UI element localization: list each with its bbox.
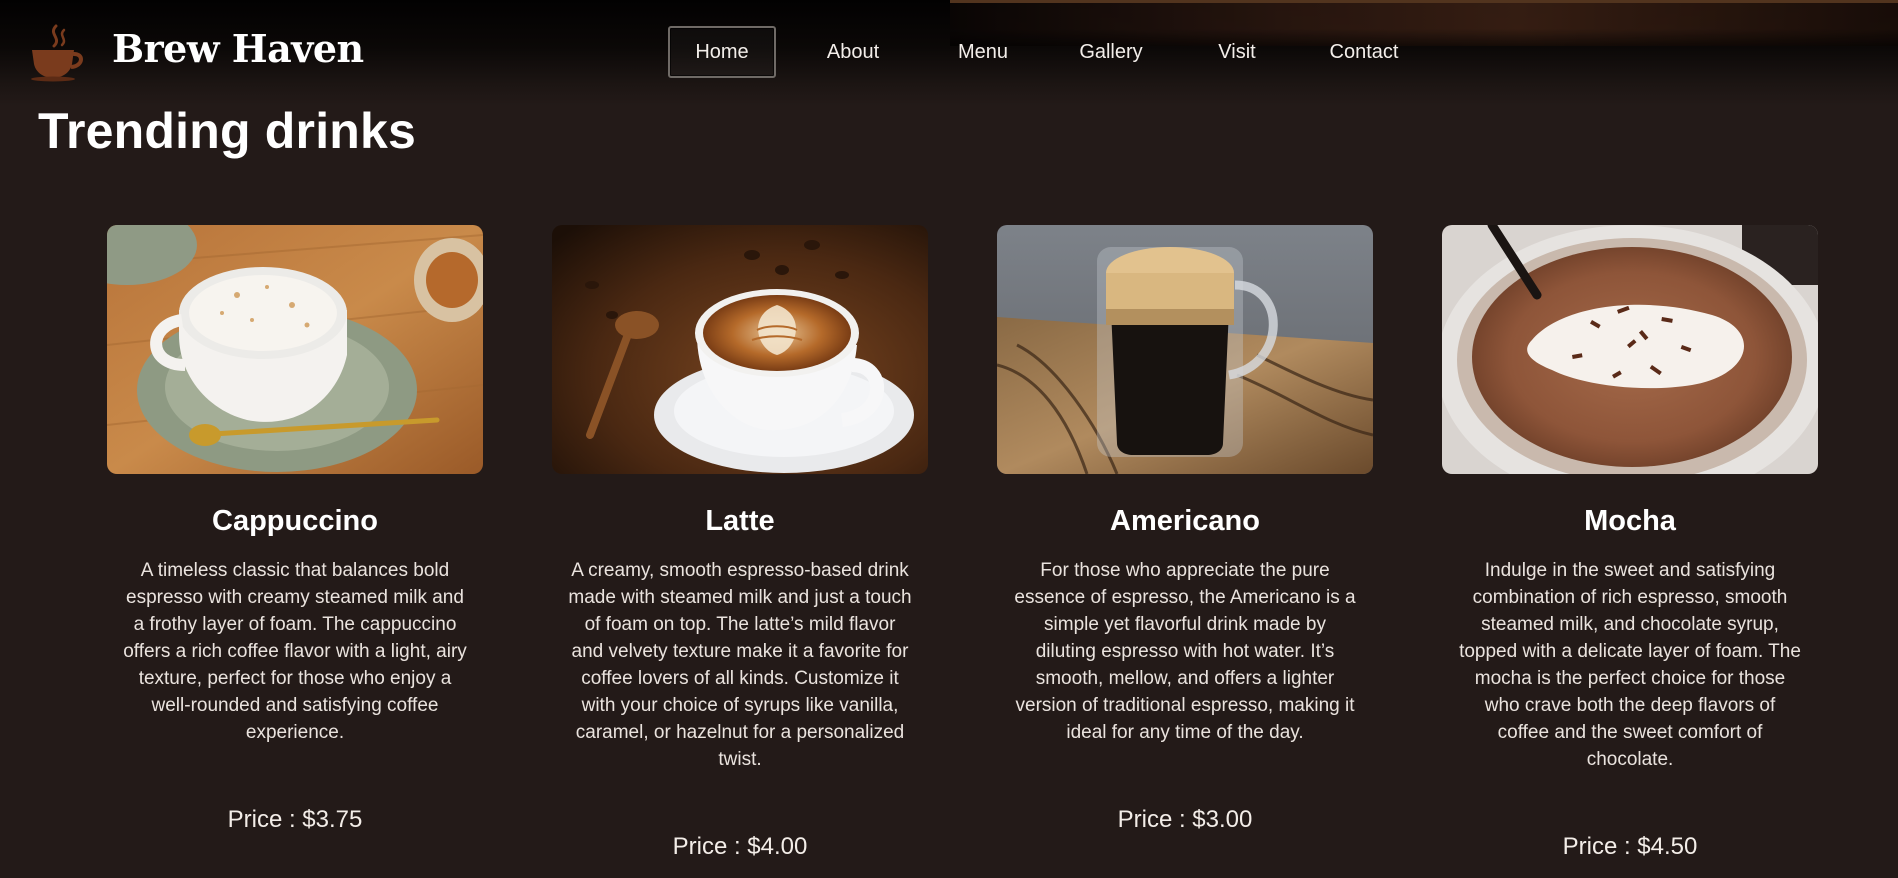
drink-description: For those who appreciate the pure essenc… xyxy=(1014,559,1356,743)
nav-gallery[interactable]: Gallery xyxy=(1036,26,1186,78)
drink-price: Price : $4.50 xyxy=(1562,833,1698,860)
main-nav: Home About Menu Gallery Visit Contact xyxy=(668,26,1440,78)
drink-name: Latte xyxy=(705,505,775,537)
brand-name[interactable]: Brew Haven xyxy=(112,26,364,71)
nav-home[interactable]: Home xyxy=(668,26,776,78)
nav-menu[interactable]: Menu xyxy=(930,26,1036,78)
drink-price: Price : $3.00 xyxy=(1117,806,1253,833)
drink-description: A timeless classic that balances bold es… xyxy=(123,559,467,743)
drink-name: Americano xyxy=(1110,505,1260,537)
coffee-cup-icon[interactable] xyxy=(26,24,86,82)
americano-image xyxy=(997,225,1373,474)
nav-visit[interactable]: Visit xyxy=(1186,26,1288,78)
mocha-image xyxy=(1442,225,1818,474)
section-title: Trending drinks xyxy=(38,103,417,159)
drink-price: Price : $4.00 xyxy=(672,833,808,860)
drink-card: Latte A creamy, smooth espresso-based dr… xyxy=(552,225,928,860)
nav-contact[interactable]: Contact xyxy=(1288,26,1440,78)
drink-description: A creamy, smooth espresso-based drink ma… xyxy=(568,559,912,770)
cappuccino-image xyxy=(107,225,483,474)
nav-about[interactable]: About xyxy=(776,26,930,78)
drink-name: Mocha xyxy=(1584,505,1676,537)
drink-name: Cappuccino xyxy=(212,505,378,537)
drink-price: Price : $3.75 xyxy=(227,806,363,833)
drink-card: Americano For those who appreciate the p… xyxy=(997,225,1373,833)
drink-card: Cappuccino A timeless classic that balan… xyxy=(107,225,483,833)
site-header: Brew Haven Home About Menu Gallery Visit… xyxy=(0,0,1898,106)
drink-card: Mocha Indulge in the sweet and satisfyin… xyxy=(1442,225,1818,860)
drink-description: Indulge in the sweet and satisfying comb… xyxy=(1459,559,1801,770)
latte-image xyxy=(552,225,928,474)
